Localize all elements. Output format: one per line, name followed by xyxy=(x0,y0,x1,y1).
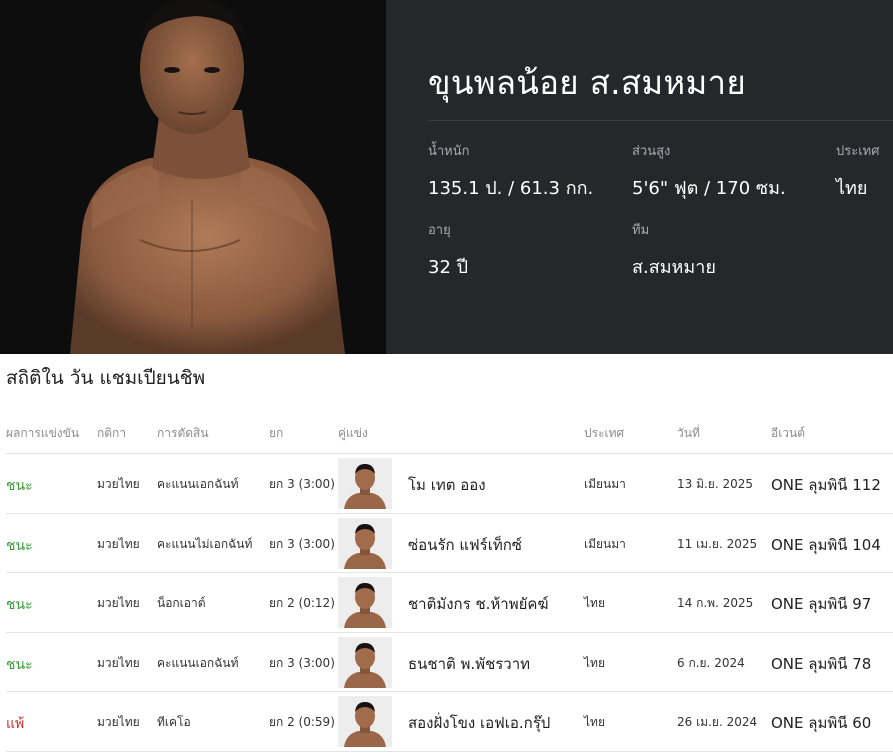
country-text: ไทย xyxy=(584,596,605,611)
header-date: วันที่ xyxy=(677,426,700,440)
opponent-headshot-icon xyxy=(338,458,392,509)
stat-label: น้ำหนัก xyxy=(428,144,470,159)
header-country: ประเทศ xyxy=(584,426,625,440)
stat-value: 5'6" ฟุต / 170 ซม. xyxy=(632,178,786,199)
method-text: คะแนนไม่เอกฉันท์ xyxy=(157,536,253,551)
opponent-name[interactable]: ซ่อนรัก แฟร์เท็กซ์ xyxy=(408,533,522,557)
event-link[interactable]: ONE ลุมพินี 78 xyxy=(771,652,871,676)
opponent-headshot-icon xyxy=(338,577,392,629)
stat-label: ส่วนสูง xyxy=(632,144,671,159)
opponent-avatar[interactable] xyxy=(338,577,392,629)
rules-text: มวยไทย xyxy=(97,655,140,670)
opponent-avatar[interactable] xyxy=(338,696,392,748)
stat-country: ประเทศ ไทย xyxy=(836,140,879,202)
header-method: การตัดสิน xyxy=(157,426,209,440)
fighter-portrait-image xyxy=(0,0,386,354)
table-row[interactable]: ชนะ มวยไทย คะแนนไม่เอกฉันท์ ยก 3 (3:00) … xyxy=(6,514,893,574)
stat-label: อายุ xyxy=(428,223,451,238)
opponent-avatar[interactable] xyxy=(338,458,392,509)
opponent-headshot-icon xyxy=(338,636,392,688)
result-text: ชนะ xyxy=(6,537,33,554)
fighter-hero: ขุนพลน้อย ส.สมหมาย น้ำหนัก 135.1 ป. / 61… xyxy=(0,0,893,354)
round-text: ยก 2 (0:12) xyxy=(269,596,335,611)
round-text: ยก 3 (3:00) xyxy=(269,477,335,491)
opponent-name[interactable]: ชาติมังกร ช.ห้าพยัคฆ์ xyxy=(408,592,549,616)
country-text: ไทย xyxy=(584,715,605,730)
method-text: น็อกเอาต์ xyxy=(157,596,206,611)
header-rules: กติกา xyxy=(97,426,127,440)
fighter-info-panel: ขุนพลน้อย ส.สมหมาย น้ำหนัก 135.1 ป. / 61… xyxy=(386,0,893,354)
date-text: 26 เม.ย. 2024 xyxy=(677,715,758,730)
method-text: คะแนนเอกฉันท์ xyxy=(157,477,239,491)
fighter-photo xyxy=(0,0,386,354)
rules-text: มวยไทย xyxy=(97,715,140,730)
header-result: ผลการแข่งขัน xyxy=(6,426,80,440)
result-text: ชนะ xyxy=(6,656,33,673)
opponent-avatar[interactable] xyxy=(338,517,392,569)
stat-label: ประเทศ xyxy=(836,144,880,159)
table-row[interactable]: ชนะ มวยไทย คะแนนเอกฉันท์ ยก 3 (3:00) โม … xyxy=(6,454,893,514)
opponent-headshot-icon xyxy=(338,696,392,748)
header-event: อีเวนต์ xyxy=(771,426,806,440)
country-text: เมียนมา xyxy=(584,477,626,491)
section-title: สถิติใน วัน แชมเปียนชิพ xyxy=(6,367,206,389)
method-text: ทีเคโอ xyxy=(157,715,191,730)
opponent-name[interactable]: ธนชาติ พ.พัชรวาท xyxy=(408,652,530,676)
opponent-name[interactable]: โม เทต ออง xyxy=(408,473,486,497)
date-text: 14 ก.พ. 2025 xyxy=(677,596,754,611)
date-text: 6 ก.ย. 2024 xyxy=(677,655,745,670)
event-link[interactable]: ONE ลุมพินี 104 xyxy=(771,533,881,557)
header-opponent: คู่แข่ง xyxy=(338,426,368,440)
stat-value: ส.สมหมาย xyxy=(632,257,716,278)
stat-value: 135.1 ป. / 61.3 กก. xyxy=(428,178,594,199)
result-text: ชนะ xyxy=(6,597,33,614)
opponent-headshot-icon xyxy=(338,517,392,569)
opponent-avatar[interactable] xyxy=(338,636,392,688)
stat-height: ส่วนสูง 5'6" ฟุต / 170 ซม. xyxy=(632,140,786,202)
rules-text: มวยไทย xyxy=(97,536,140,551)
divider xyxy=(428,120,893,121)
stat-value: 32 ปี xyxy=(428,257,469,278)
event-link[interactable]: ONE ลุมพินี 112 xyxy=(771,473,881,497)
fighter-name: ขุนพลน้อย ส.สมหมาย xyxy=(428,63,746,102)
date-text: 11 เม.ย. 2025 xyxy=(677,536,758,551)
date-text: 13 มิ.ย. 2025 xyxy=(677,477,754,491)
stat-team: ทีม ส.สมหมาย xyxy=(632,219,716,281)
round-text: ยก 3 (3:00) xyxy=(269,655,335,670)
stat-age: อายุ 32 ปี xyxy=(428,219,468,281)
country-text: ไทย xyxy=(584,655,605,670)
table-row[interactable]: ชนะ มวยไทย น็อกเอาต์ ยก 2 (0:12) ชาติมัง… xyxy=(6,573,893,633)
stat-value: ไทย xyxy=(836,178,868,199)
method-text: คะแนนเอกฉันท์ xyxy=(157,655,239,670)
country-text: เมียนมา xyxy=(584,536,626,551)
stat-weight: น้ำหนัก 135.1 ป. / 61.3 กก. xyxy=(428,140,593,202)
table-row[interactable]: แพ้ มวยไทย ทีเคโอ ยก 2 (0:59) สองฝั่งโขง… xyxy=(6,692,893,752)
header-round: ยก xyxy=(269,426,284,440)
round-text: ยก 2 (0:59) xyxy=(269,715,335,730)
result-text: ชนะ xyxy=(6,478,33,494)
round-text: ยก 3 (3:00) xyxy=(269,536,335,551)
rules-text: มวยไทย xyxy=(97,477,140,491)
event-link[interactable]: ONE ลุมพินี 97 xyxy=(771,592,871,616)
rules-text: มวยไทย xyxy=(97,596,140,611)
event-link[interactable]: ONE ลุมพินี 60 xyxy=(771,711,871,735)
fight-record-table: ผลการแข่งขัน กติกา การตัดสิน ยก คู่แข่ง … xyxy=(6,407,893,752)
table-row[interactable]: ชนะ มวยไทย คะแนนเอกฉันท์ ยก 3 (3:00) ธนช… xyxy=(6,633,893,693)
opponent-name[interactable]: สองฝั่งโขง เอฟเอ.กรุ๊ป xyxy=(408,711,550,735)
table-header: ผลการแข่งขัน กติกา การตัดสิน ยก คู่แข่ง … xyxy=(6,407,893,454)
result-text: แพ้ xyxy=(6,716,25,733)
stat-label: ทีม xyxy=(632,223,650,238)
